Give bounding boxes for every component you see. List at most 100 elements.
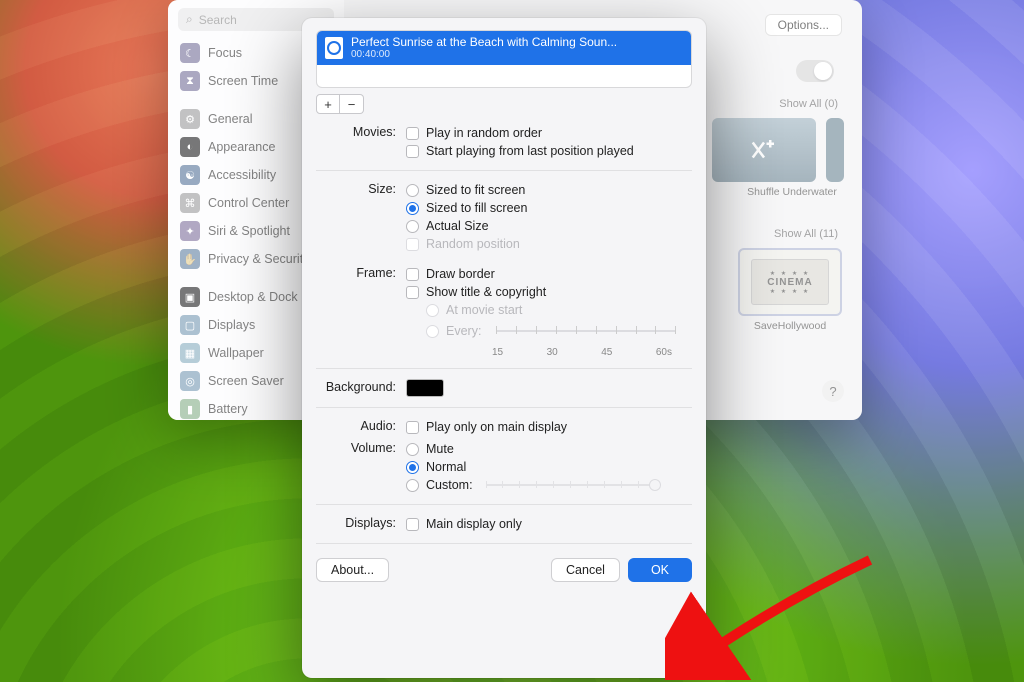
cinema-icon: ★ ★ ★ ★ CINEMA ★ ★ ★ ★ (751, 259, 829, 305)
show-all-link-top[interactable]: Show All (0) (779, 98, 838, 110)
ok-button[interactable]: OK (628, 558, 692, 582)
slider-tick-labels: 15 30 45 60s (492, 347, 672, 358)
radio-icon (406, 184, 419, 197)
volume-label: Volume: (316, 440, 406, 455)
movie-list-item[interactable]: Perfect Sunrise at the Beach with Calmin… (317, 31, 691, 65)
option-label: Draw border (426, 267, 495, 281)
background-label: Background: (316, 379, 406, 394)
control-center-icon: ⌘ (180, 193, 200, 213)
sidebar-item-label: Focus (208, 46, 242, 60)
option-label: Play in random order (426, 126, 542, 140)
option-label: Start playing from last position played (426, 144, 634, 158)
resume-playback-option[interactable]: Start playing from last position played (406, 142, 692, 160)
radio-icon (406, 443, 419, 456)
appearance-icon: ◐ (180, 137, 200, 157)
cancel-button[interactable]: Cancel (551, 558, 620, 582)
option-label: Normal (426, 460, 466, 474)
checkbox-icon (406, 286, 419, 299)
draw-border-option[interactable]: Draw border (406, 265, 692, 283)
radio-icon (426, 325, 439, 338)
divider (316, 543, 692, 544)
savehollywood-options-sheet: Perfect Sunrise at the Beach with Calmin… (302, 18, 706, 678)
sidebar-item-label: Siri & Spotlight (208, 224, 290, 238)
movies-list[interactable]: Perfect Sunrise at the Beach with Calmin… (316, 30, 692, 88)
movie-duration: 00:40:00 (351, 49, 617, 60)
display-icon: ▢ (180, 315, 200, 335)
option-label: Main display only (426, 517, 522, 531)
background-color-well[interactable] (406, 379, 444, 397)
slider-knob-icon (649, 479, 661, 491)
screensaver-thumbnail-partial[interactable] (826, 118, 844, 182)
dock-icon: ▣ (180, 287, 200, 307)
gear-icon: ⚙ (180, 109, 200, 129)
screensaver-thumbnail-selected[interactable]: ★ ★ ★ ★ CINEMA ★ ★ ★ ★ (738, 248, 842, 316)
sidebar-item-label: Accessibility (208, 168, 276, 182)
sidebar-item-label: Battery (208, 402, 248, 416)
at-movie-start-option: At movie start (406, 301, 692, 319)
size-actual-option[interactable]: Actual Size (406, 217, 692, 235)
main-display-only-option[interactable]: Main display only (406, 515, 692, 533)
option-label: Mute (426, 442, 454, 456)
help-button[interactable]: ? (822, 380, 844, 402)
volume-custom-option[interactable]: Custom: (406, 476, 692, 494)
wallpaper-icon: ▦ (180, 343, 200, 363)
remove-movie-button[interactable]: − (340, 94, 364, 114)
volume-mute-option[interactable]: Mute (406, 440, 692, 458)
option-label: At movie start (446, 303, 522, 317)
sidebar-item-label: General (208, 112, 252, 126)
hourglass-icon: ⧗ (180, 71, 200, 91)
audio-main-display-option[interactable]: Play only on main display (406, 418, 692, 436)
interval-slider (496, 321, 676, 341)
sidebar-item-label: Privacy & Security (208, 252, 309, 266)
option-label: Every: (446, 324, 481, 338)
screensaver-icon: ◎ (180, 371, 200, 391)
volume-normal-option[interactable]: Normal (406, 458, 692, 476)
option-label: Sized to fit screen (426, 183, 525, 197)
show-all-link-bottom[interactable]: Show All (11) (774, 228, 838, 240)
show-title-option[interactable]: Show title & copyright (406, 283, 692, 301)
add-remove-bar: + − (316, 94, 692, 114)
options-button[interactable]: Options... (765, 14, 842, 36)
sidebar-item-label: Desktop & Dock (208, 290, 298, 304)
siri-icon: ✦ (180, 221, 200, 241)
radio-icon (406, 479, 419, 492)
dialog-button-row: About... Cancel OK (316, 558, 692, 582)
random-position-option: Random position (406, 235, 692, 253)
thumbnail-label: Shuffle Underwater (740, 186, 844, 198)
option-label: Sized to fill screen (426, 201, 527, 215)
radio-icon (406, 202, 419, 215)
battery-icon: ▮ (180, 399, 200, 419)
option-label: Custom: (426, 478, 473, 492)
checkbox-icon (406, 238, 419, 251)
sidebar-item-label: Appearance (208, 140, 275, 154)
moon-icon: ☾ (180, 43, 200, 63)
divider (316, 504, 692, 505)
checkbox-icon (406, 145, 419, 158)
accessibility-icon: ☯ (180, 165, 200, 185)
about-button[interactable]: About... (316, 558, 389, 582)
sidebar-item-label: Wallpaper (208, 346, 264, 360)
movies-label: Movies: (316, 124, 406, 139)
sidebar-item-label: Displays (208, 318, 255, 332)
add-movie-button[interactable]: + (316, 94, 340, 114)
option-label: Actual Size (426, 219, 489, 233)
divider (316, 368, 692, 369)
thumbnail-row (712, 118, 844, 182)
radio-icon (406, 220, 419, 233)
movie-title: Perfect Sunrise at the Beach with Calmin… (351, 36, 617, 49)
option-label: Show title & copyright (426, 285, 546, 299)
checkbox-icon (406, 421, 419, 434)
random-order-option[interactable]: Play in random order (406, 124, 692, 142)
search-placeholder: Search (199, 13, 237, 27)
screensaver-thumbnail[interactable] (712, 118, 816, 182)
size-fit-option[interactable]: Sized to fit screen (406, 181, 692, 199)
checkbox-icon (406, 127, 419, 140)
checkbox-icon (406, 268, 419, 281)
size-fill-option[interactable]: Sized to fill screen (406, 199, 692, 217)
option-label: Play only on main display (426, 420, 567, 434)
volume-slider (486, 478, 656, 492)
screensaver-toggle[interactable] (796, 60, 834, 82)
shuffle-icon (749, 135, 779, 165)
audio-label: Audio: (316, 418, 406, 433)
search-icon: ⌕ (186, 12, 193, 27)
